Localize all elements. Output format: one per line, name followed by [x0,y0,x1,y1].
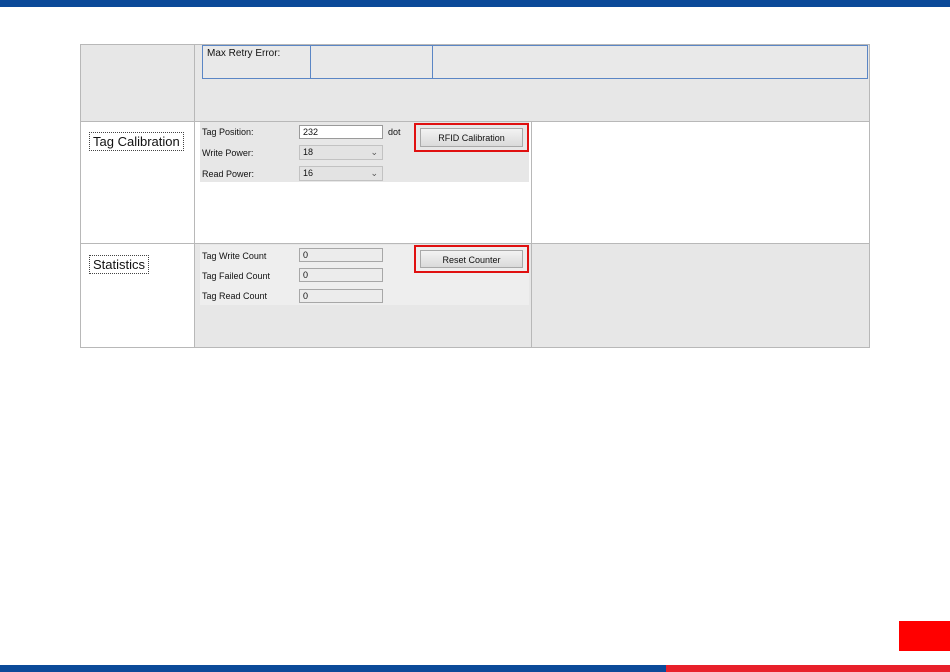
statistics-section-label: Statistics [89,255,150,274]
retry-separator [310,45,311,79]
page-marker [899,621,950,651]
tag-position-input[interactable]: 232 [299,125,383,139]
read-power-select[interactable]: 16 ⌄ [299,166,383,181]
tag-calibration-section-label: Tag Calibration [89,132,184,151]
tag-position-label: Tag Position: [202,127,254,137]
write-power-value: 18 [303,147,314,157]
tag-failed-count-field: 0 [299,268,383,282]
rfid-calibration-highlight: RFID Calibration [414,123,529,152]
statistics-right-background [532,244,869,347]
chevron-down-icon: ⌄ [370,147,378,157]
max-retry-error-box [202,45,868,79]
read-power-value: 16 [303,168,314,178]
reset-counter-highlight: Reset Counter [414,245,529,273]
tag-read-count-field: 0 [299,289,383,303]
label-cell-background [81,45,194,121]
bottom-brand-bar-red [666,665,950,672]
reset-counter-button[interactable]: Reset Counter [420,250,523,268]
tag-position-unit: dot [388,127,401,137]
tag-failed-count-label: Tag Failed Count [202,271,271,281]
chevron-down-icon: ⌄ [370,168,378,178]
retry-separator [432,45,433,79]
max-retry-error-label: Max Retry Error: [207,48,281,59]
write-power-select[interactable]: 18 ⌄ [299,145,383,160]
tag-write-count-field: 0 [299,248,383,262]
top-brand-bar [0,0,950,7]
read-power-label: Read Power: [202,169,255,179]
rfid-calibration-button[interactable]: RFID Calibration [420,128,523,147]
bottom-brand-bar-blue [0,665,666,672]
write-power-label: Write Power: [202,148,254,158]
tag-read-count-label: Tag Read Count [202,291,268,301]
tag-write-count-label: Tag Write Count [202,251,267,261]
